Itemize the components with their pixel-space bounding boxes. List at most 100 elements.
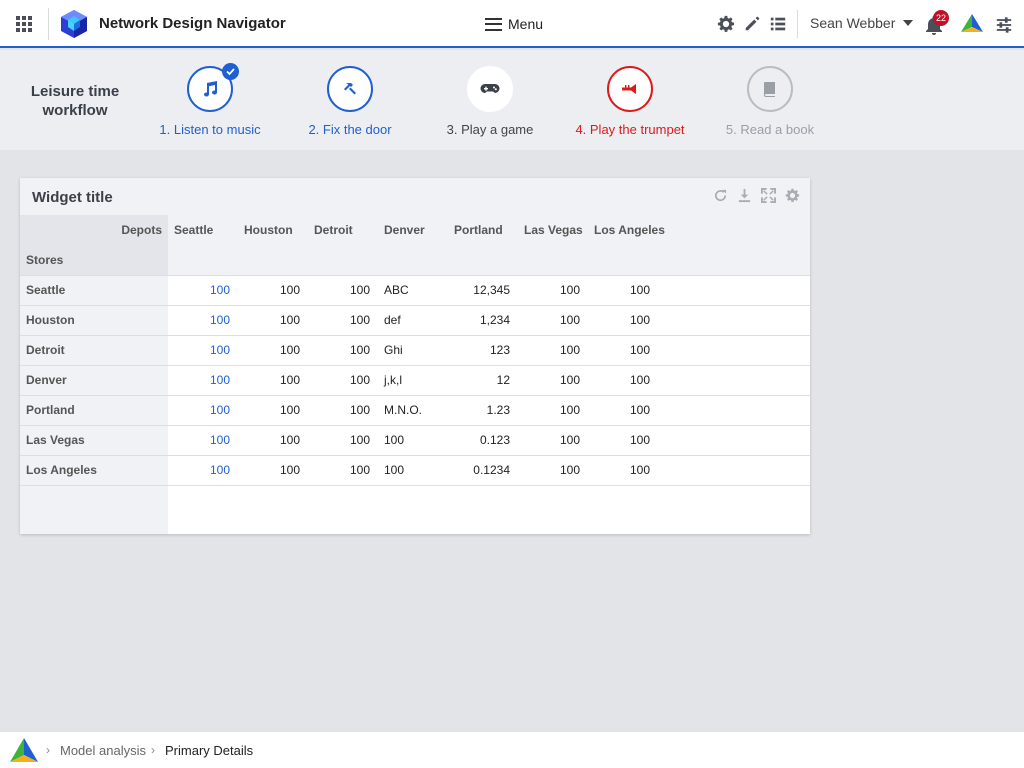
checkmark-icon bbox=[222, 63, 239, 80]
table-cell: 100 bbox=[518, 424, 588, 455]
row-header: Las Vegas bbox=[20, 424, 168, 455]
table-row: Detroit 100 100 100 Ghi 123 100 100 bbox=[20, 334, 810, 365]
pencil-icon[interactable] bbox=[743, 14, 761, 34]
table-cell: 100 bbox=[308, 274, 378, 305]
step-label: 1. Listen to music bbox=[159, 122, 261, 137]
row-header: Seattle bbox=[20, 274, 168, 305]
row-header: Detroit bbox=[20, 334, 168, 365]
table-cell: 1,234 bbox=[448, 304, 518, 335]
brand-logo-icon bbox=[961, 14, 983, 32]
step-label: 3. Play a game bbox=[446, 122, 534, 137]
table-cell-link[interactable]: 100 bbox=[168, 424, 238, 455]
column-header[interactable]: Los Angeles bbox=[588, 215, 665, 245]
header-divider bbox=[797, 10, 798, 38]
row-header: Denver bbox=[20, 364, 168, 395]
widget-panel: Widget title Depots Seattle Houston Detr… bbox=[20, 178, 810, 534]
download-icon[interactable] bbox=[737, 188, 752, 203]
table-cell: 100 bbox=[518, 334, 588, 365]
breadcrumb-item-primary-details: Primary Details bbox=[165, 743, 254, 758]
table-cell: Ghi bbox=[378, 334, 448, 365]
table-cell-link[interactable]: 100 bbox=[168, 274, 238, 305]
column-header[interactable]: Seattle bbox=[168, 215, 238, 245]
table-cell-spacer bbox=[658, 334, 810, 365]
table-row: Houston 100 100 100 def 1,234 100 100 bbox=[20, 304, 810, 335]
step-circle bbox=[467, 66, 513, 112]
list-icon[interactable] bbox=[769, 14, 787, 34]
app-title: Network Design Navigator bbox=[99, 15, 286, 32]
workflow-step-fix-the-door[interactable]: 2. Fix the door bbox=[280, 66, 420, 137]
table-cell-link[interactable]: 100 bbox=[168, 334, 238, 365]
table-cell: j,k,l bbox=[378, 364, 448, 395]
table-cell: 100 bbox=[308, 394, 378, 425]
table-row: Denver 100 100 100 j,k,l 12 100 100 bbox=[20, 364, 810, 395]
step-circle bbox=[187, 63, 239, 112]
table-cell: 100 bbox=[588, 334, 658, 365]
step-circle bbox=[747, 66, 793, 112]
brand-logo-icon[interactable] bbox=[9, 737, 39, 763]
expand-icon[interactable] bbox=[761, 188, 776, 203]
table-cell: 100 bbox=[238, 274, 308, 305]
table-header-row: Depots Seattle Houston Detroit Denver Po… bbox=[20, 215, 810, 245]
workflow-step-play-a-game[interactable]: 3. Play a game bbox=[420, 66, 560, 137]
table-cell: def bbox=[378, 304, 448, 335]
workflow-step-listen-to-music[interactable]: 1. Listen to music bbox=[140, 63, 280, 137]
table-cell: 100 bbox=[518, 394, 588, 425]
workflow-step-read-a-book: 5. Read a book bbox=[700, 66, 840, 137]
table-row: Portland 100 100 100 M.N.O. 1.23 100 100 bbox=[20, 394, 810, 425]
step-label: 4. Play the trumpet bbox=[575, 122, 685, 137]
table-cell: 100 bbox=[308, 424, 378, 455]
gamepad-icon bbox=[480, 84, 500, 93]
table-cell: 100 bbox=[308, 304, 378, 335]
gear-icon[interactable] bbox=[785, 188, 800, 203]
table-cell: 12,345 bbox=[448, 274, 518, 305]
table-cell: 100 bbox=[238, 424, 308, 455]
table-cell-spacer bbox=[658, 274, 810, 305]
chevron-right-icon: › bbox=[46, 743, 50, 757]
table-cell: 123 bbox=[448, 334, 518, 365]
table-cell: 100 bbox=[308, 454, 378, 486]
table-cell: 12 bbox=[448, 364, 518, 395]
table-cell: 100 bbox=[588, 274, 658, 305]
row-header: Los Angeles bbox=[20, 454, 168, 486]
column-header[interactable]: Houston bbox=[238, 215, 308, 245]
table-cell: ABC bbox=[378, 274, 448, 305]
table-cell-spacer bbox=[658, 454, 810, 486]
table-cell: 100 bbox=[378, 454, 448, 486]
column-header[interactable]: Portland bbox=[448, 215, 518, 245]
step-label: 5. Read a book bbox=[725, 122, 815, 137]
column-header[interactable]: Las Vegas bbox=[518, 215, 588, 245]
menu-button[interactable]: Menu bbox=[485, 14, 543, 34]
column-header[interactable]: Denver bbox=[378, 215, 448, 245]
table-cell: 100 bbox=[308, 364, 378, 395]
table-cell-link[interactable]: 100 bbox=[168, 394, 238, 425]
table-cell: 0.1234 bbox=[448, 454, 518, 486]
table-cell: 0.123 bbox=[448, 424, 518, 455]
table-cell: 100 bbox=[378, 424, 448, 455]
table-cell-link[interactable]: 100 bbox=[168, 304, 238, 335]
notification-badge: 22 bbox=[933, 10, 950, 26]
gear-icon[interactable] bbox=[717, 14, 735, 34]
corner-depots-label: Depots bbox=[20, 215, 168, 245]
music-note-icon bbox=[204, 81, 217, 97]
table-cell-link[interactable]: 100 bbox=[168, 454, 238, 486]
table-row: Las Vegas 100 100 100 100 0.123 100 100 bbox=[20, 424, 810, 455]
table-cell: 100 bbox=[588, 364, 658, 395]
breadcrumb-item-model-analysis[interactable]: Model analysis bbox=[60, 743, 146, 758]
app-header: Network Design Navigator Menu Sean Webbe… bbox=[0, 0, 1024, 48]
workflow-bar: Leisure time workflow 1. Listen to music… bbox=[0, 50, 1024, 150]
workflow-step-play-the-trumpet[interactable]: 4. Play the trumpet bbox=[560, 66, 700, 137]
table-cell-spacer bbox=[658, 304, 810, 335]
trumpet-icon bbox=[622, 84, 636, 94]
header-divider bbox=[48, 8, 49, 40]
caret-down-icon bbox=[903, 20, 914, 26]
column-header[interactable]: Detroit bbox=[308, 215, 378, 245]
table-cell: 100 bbox=[238, 454, 308, 486]
table-cell-link[interactable]: 100 bbox=[168, 364, 238, 395]
refresh-icon[interactable] bbox=[713, 188, 728, 203]
table-row: Los Angeles 100 100 100 100 0.1234 100 100 bbox=[20, 454, 810, 486]
sliders-icon[interactable] bbox=[995, 15, 1013, 35]
app-launcher-grid-icon[interactable] bbox=[16, 16, 32, 32]
table-cell-spacer bbox=[658, 424, 810, 455]
user-menu[interactable]: Sean Webber bbox=[810, 15, 914, 31]
book-icon bbox=[764, 82, 775, 97]
